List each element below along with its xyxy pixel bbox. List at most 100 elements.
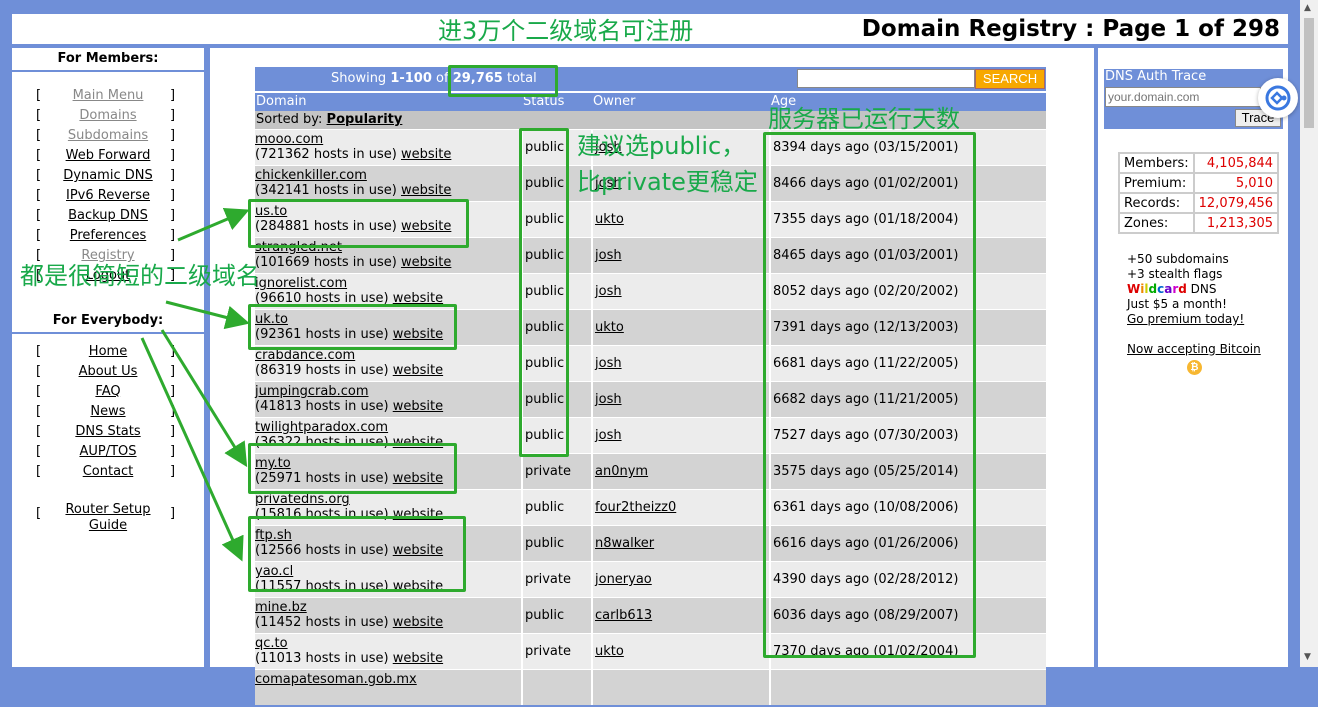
stat-value: 1,213,305 <box>1192 212 1280 234</box>
bracket-left: [ <box>36 344 42 359</box>
owner-link[interactable]: josh <box>595 428 622 443</box>
page-scrollbar[interactable]: ▲ ▼ <box>1300 0 1318 667</box>
sidebar-item-dynamic-dns[interactable]: [Dynamic DNS] <box>12 166 204 186</box>
sidebar-item-ipv6-reverse-link[interactable]: IPv6 Reverse <box>66 188 150 203</box>
domain-link[interactable]: comapatesoman.gob.mx <box>255 672 417 687</box>
sidebar-item-home[interactable]: [Home] <box>12 342 204 362</box>
owner-cell: josh <box>591 238 771 273</box>
owner-link[interactable]: joneryao <box>595 572 652 587</box>
domain-link[interactable]: twilightparadox.com <box>255 420 388 435</box>
domain-link[interactable]: crabdance.com <box>255 348 355 363</box>
owner-link[interactable]: ukto <box>595 320 624 335</box>
router-nav-list: [ Router Setup Guide ] <box>12 502 204 538</box>
sidebar-item-contact[interactable]: [Contact] <box>12 462 204 482</box>
bracket-right: ] <box>170 148 176 163</box>
go-premium-link[interactable]: Go premium today! <box>1127 312 1244 326</box>
sidebar-item-main-menu-link[interactable]: Main Menu <box>73 88 144 103</box>
search-input[interactable] <box>797 69 975 88</box>
bracket-right: ] <box>170 444 176 459</box>
domain-trace-input[interactable] <box>1105 87 1261 107</box>
sidebar-item-about-us[interactable]: [About Us] <box>12 362 204 382</box>
domain-cell: mooo.com (721362 hosts in use) website <box>255 130 519 167</box>
everybody-divider <box>12 332 204 334</box>
domain-link[interactable]: qc.to <box>255 636 288 651</box>
website-link[interactable]: website <box>393 399 443 414</box>
sidebar-item-subdomains-link[interactable]: Subdomains <box>68 128 148 143</box>
sidebar-item-aup-tos-link[interactable]: AUP/TOS <box>79 444 136 459</box>
owner-link[interactable]: ukto <box>595 212 624 227</box>
sidebar-item-preferences-link[interactable]: Preferences <box>70 228 146 243</box>
stat-label: Members: <box>1118 152 1195 174</box>
domain-link[interactable]: jumpingcrab.com <box>255 384 368 399</box>
sidebar-item-domains[interactable]: [Domains] <box>12 106 204 126</box>
domain-link[interactable]: privatedns.org <box>255 492 350 507</box>
sidebar-item-registry-link[interactable]: Registry <box>81 248 134 263</box>
owner-link[interactable]: josh <box>595 284 622 299</box>
sidebar-item-web-forward-link[interactable]: Web Forward <box>66 148 151 163</box>
scroll-down-arrow-icon[interactable]: ▼ <box>1304 652 1311 662</box>
website-link[interactable]: website <box>393 363 443 378</box>
bitcoin-icon: ₿ <box>1187 360 1202 375</box>
domain-cell: comapatesoman.gob.mx <box>255 670 519 707</box>
sidebar-item-ipv6-reverse[interactable]: [IPv6 Reverse] <box>12 186 204 206</box>
owner-link[interactable]: josh <box>595 392 622 407</box>
scroll-thumb[interactable] <box>1304 18 1314 128</box>
sidebar-item-home-link[interactable]: Home <box>89 344 127 359</box>
sidebar-item-news[interactable]: [News] <box>12 402 204 422</box>
sidebar-item-faq-link[interactable]: FAQ <box>95 384 120 399</box>
domain-link[interactable]: mine.bz <box>255 600 307 615</box>
router-setup-guide-link[interactable]: Router Setup Guide <box>65 502 150 533</box>
domain-link[interactable]: chickenkiller.com <box>255 168 367 183</box>
website-link[interactable]: website <box>393 615 443 630</box>
owner-cell: n8walker <box>591 526 771 561</box>
website-link[interactable]: website <box>393 651 443 666</box>
owner-cell: josh <box>591 382 771 417</box>
sort-popularity-link[interactable]: Popularity <box>327 112 403 127</box>
column-domain[interactable]: Domain <box>256 94 306 109</box>
owner-link[interactable]: n8walker <box>595 536 654 551</box>
sidebar-item-subdomains[interactable]: [Subdomains] <box>12 126 204 146</box>
owner-link[interactable]: josh <box>595 248 622 263</box>
owner-link[interactable]: four2theizz0 <box>595 500 676 515</box>
bracket-left: [ <box>36 88 42 103</box>
website-link[interactable]: website <box>401 255 451 270</box>
sidebar-item-contact-link[interactable]: Contact <box>83 464 134 479</box>
sidebar-item-dns-stats-link[interactable]: DNS Stats <box>75 424 140 439</box>
owner-link[interactable]: an0nym <box>595 464 648 479</box>
hosts-count: (11013 hosts in use) <box>255 651 393 666</box>
sidebar-item-faq[interactable]: [FAQ] <box>12 382 204 402</box>
sidebar-item-backup-dns-link[interactable]: Backup DNS <box>68 208 148 223</box>
website-link[interactable]: website <box>401 183 451 198</box>
owner-link[interactable]: ukto <box>595 644 624 659</box>
sidebar-item-preferences[interactable]: [Preferences] <box>12 226 204 246</box>
domain-link[interactable]: mooo.com <box>255 132 323 147</box>
owner-link[interactable]: carlb613 <box>595 608 652 623</box>
bracket-left: [ <box>36 384 42 399</box>
sidebar-item-backup-dns[interactable]: [Backup DNS] <box>12 206 204 226</box>
domain-link[interactable]: ignorelist.com <box>255 276 347 291</box>
hosts-count: (342141 hosts in use) <box>255 183 401 198</box>
sidebar-item-web-forward[interactable]: [Web Forward] <box>12 146 204 166</box>
column-owner[interactable]: Owner <box>593 94 635 109</box>
bitcoin-link[interactable]: Now accepting Bitcoin <box>1127 342 1261 356</box>
sidebar-item-about-us-link[interactable]: About Us <box>79 364 138 379</box>
domain-cell: chickenkiller.com (342141 hosts in use) w… <box>255 166 519 203</box>
bracket-left: [ <box>36 208 42 223</box>
stat-value: 4,105,844 <box>1192 152 1280 174</box>
annotation-box-us-to <box>248 199 469 248</box>
sidebar-item-dynamic-dns-link[interactable]: Dynamic DNS <box>63 168 152 183</box>
stat-label: Premium: <box>1118 172 1195 194</box>
sidebar-item-aup-tos[interactable]: [AUP/TOS] <box>12 442 204 462</box>
sidebar-item-dns-stats[interactable]: [DNS Stats] <box>12 422 204 442</box>
search-button[interactable]: SEARCH <box>975 69 1045 89</box>
sidebar-item-main-menu[interactable]: [ Main Menu] <box>12 86 204 106</box>
sidebar-item-news-link[interactable]: News <box>90 404 125 419</box>
owner-cell <box>591 670 771 705</box>
scroll-up-arrow-icon[interactable]: ▲ <box>1304 3 1311 13</box>
assistant-logo-icon[interactable] <box>1258 78 1298 118</box>
bracket-right: ] <box>170 88 176 103</box>
website-link[interactable]: website <box>401 147 451 162</box>
sidebar-item-router-setup[interactable]: [ Router Setup Guide ] <box>12 502 204 538</box>
owner-link[interactable]: josh <box>595 356 622 371</box>
sidebar-item-domains-link[interactable]: Domains <box>79 108 136 123</box>
